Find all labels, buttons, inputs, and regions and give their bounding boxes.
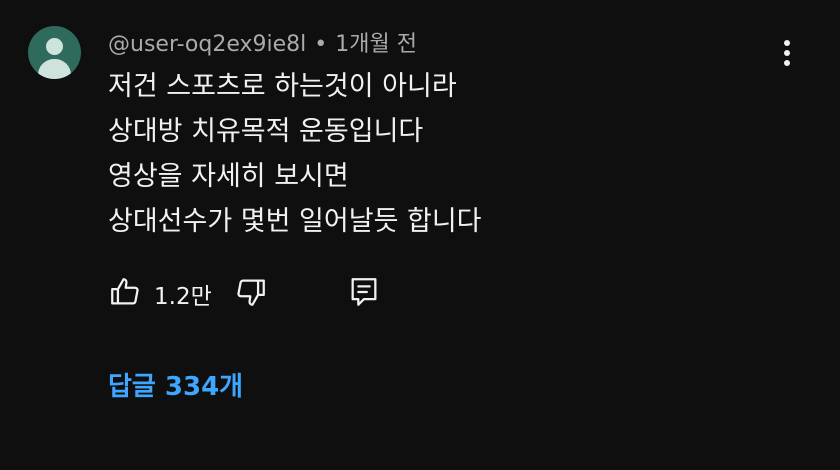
like-button[interactable]	[108, 275, 142, 309]
comment-line: 저건 스포츠로 하는것이 아니라	[108, 71, 457, 102]
thumb-up-icon	[111, 278, 139, 305]
comment-line: 상대방 치유목적 운동입니다	[108, 116, 424, 147]
avatar-body	[38, 59, 71, 79]
avatar-head	[46, 38, 63, 55]
more-vert-icon	[784, 40, 790, 46]
comment-line: 영상을 자세히 보시면	[108, 161, 349, 192]
meta-separator: •	[314, 32, 328, 57]
dislike-button[interactable]	[234, 275, 268, 309]
more-vert-icon-dot	[784, 60, 790, 66]
comment-time: 1개월 전	[335, 32, 417, 57]
more-options-button[interactable]	[772, 36, 802, 70]
avatar[interactable]	[28, 26, 81, 79]
comment-text: 저건 스포츠로 하는것이 아니라 상대방 치유목적 운동입니다 영상을 자세히 …	[108, 64, 482, 244]
comment-line: 상대선수가 몇번 일어날듯 합니다	[108, 206, 482, 237]
comment-header: @user-oq2ex9ie8l • 1개월 전	[108, 26, 417, 58]
more-vert-icon-dot	[784, 50, 790, 56]
author-name[interactable]: @user-oq2ex9ie8l	[108, 32, 306, 57]
like-count: 1.2만	[154, 284, 212, 310]
reply-button[interactable]	[347, 275, 381, 309]
reply-comment-icon	[351, 278, 377, 306]
replies-link[interactable]: 답글 334개	[108, 366, 243, 403]
thumb-down-icon	[237, 279, 265, 306]
